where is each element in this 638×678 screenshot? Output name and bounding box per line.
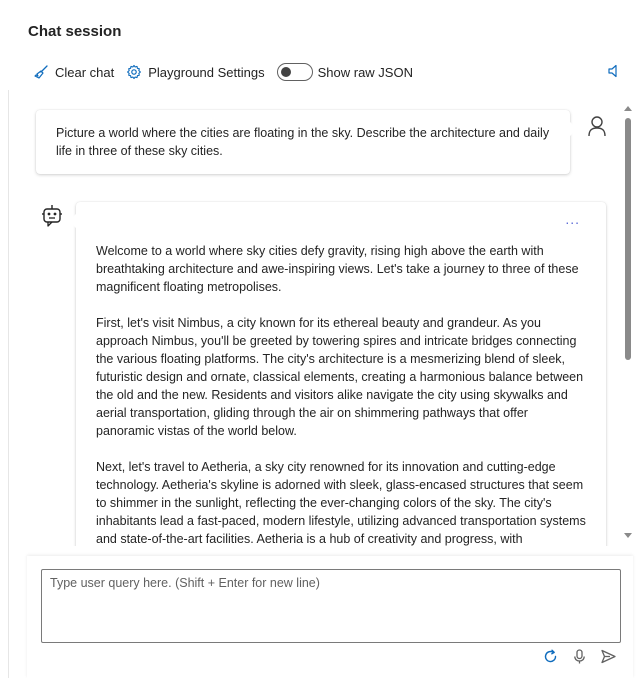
person-icon [588, 116, 606, 137]
raw-json-label: Show raw JSON [317, 64, 413, 80]
user-message: Picture a world where the cities are flo… [36, 110, 577, 174]
page-title: Chat session [28, 23, 122, 40]
raw-json-toggle[interactable] [276, 63, 313, 81]
broom-icon [34, 65, 48, 79]
user-message-text: Picture a world where the cities are flo… [56, 126, 550, 158]
input-actions [542, 648, 617, 665]
playground-settings-label: Playground Settings [148, 64, 265, 80]
microphone-icon[interactable] [571, 648, 588, 665]
toggle-knob [280, 67, 291, 77]
playground-settings-button[interactable]: Playground Settings [126, 64, 265, 80]
assistant-message: ... Welcome to a world where sky cities … [69, 202, 606, 546]
input-panel [27, 556, 633, 678]
scroll-down-arrow[interactable] [624, 533, 632, 538]
scroll-up-arrow[interactable] [624, 106, 632, 111]
chat-toolbar: Clear chat Playground Settings Show raw … [33, 62, 413, 82]
scroll-thumb[interactable] [625, 118, 631, 360]
assistant-paragraph: Next, let's travel to Aetheria, a sky ci… [96, 460, 586, 546]
refresh-icon[interactable] [542, 648, 559, 665]
speaker-icon[interactable] [606, 63, 622, 79]
clear-chat-button[interactable]: Clear chat [33, 64, 114, 80]
send-icon[interactable] [600, 648, 617, 665]
assistant-paragraph: First, let's visit Nimbus, a city known … [96, 316, 584, 438]
gear-icon [127, 64, 142, 80]
user-query-input[interactable] [41, 569, 621, 643]
assistant-paragraph: Welcome to a world where sky cities defy… [96, 244, 579, 294]
clear-chat-label: Clear chat [55, 64, 115, 80]
more-options-button[interactable]: ... [565, 210, 580, 228]
chat-scrollbar[interactable] [622, 104, 632, 540]
bot-icon [42, 205, 62, 227]
chat-history[interactable]: Picture a world where the cities are flo… [9, 100, 633, 546]
